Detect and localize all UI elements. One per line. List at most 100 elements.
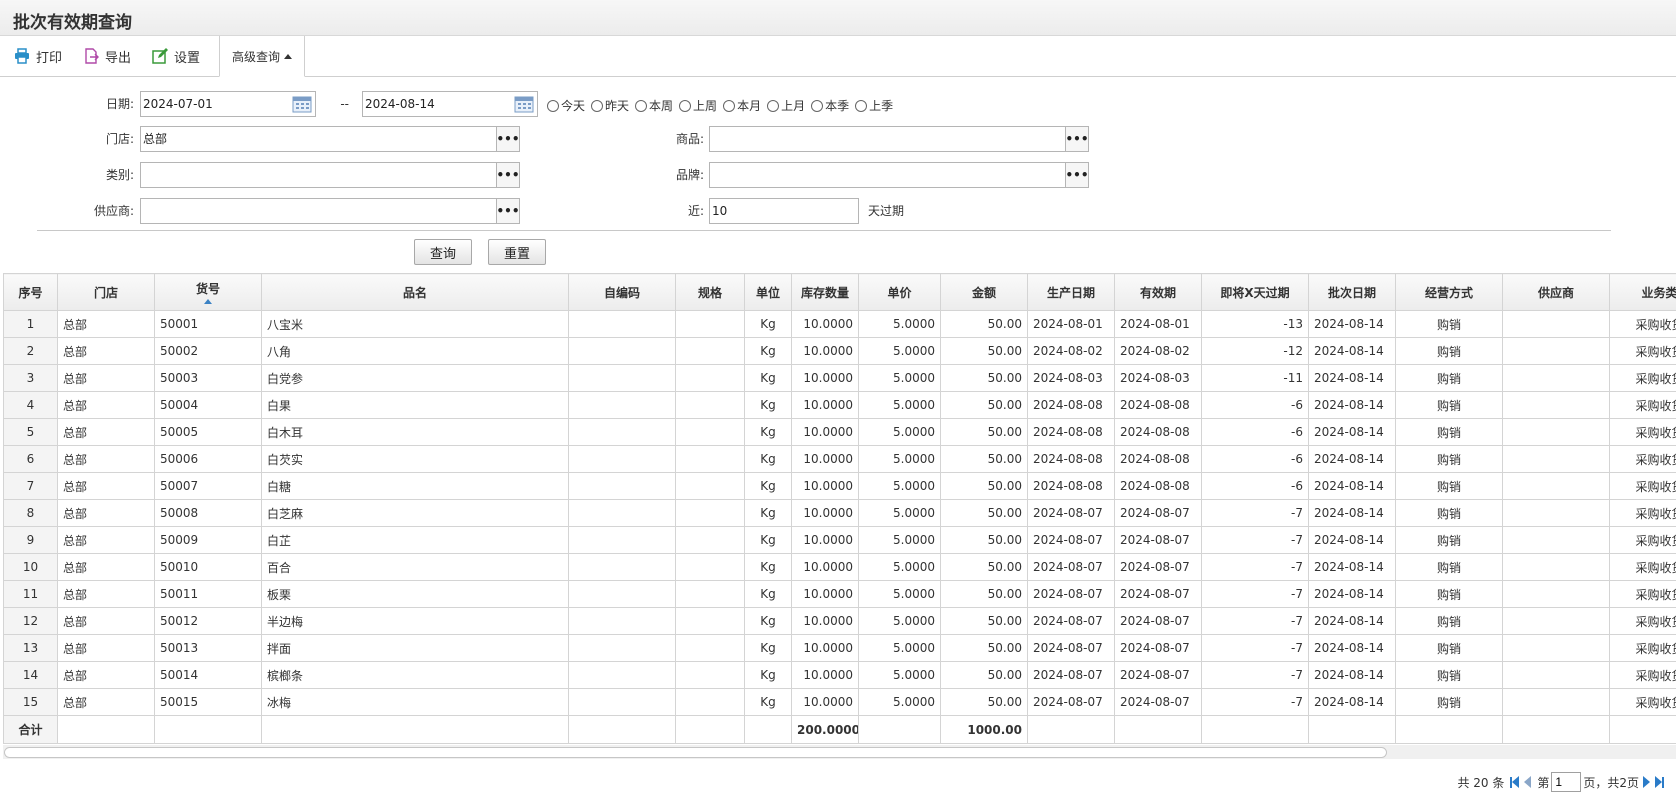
summary-label: 合计 [3,715,58,744]
cell-prod-date: 2024-08-07 [1027,553,1115,581]
radio-circle[interactable] [635,99,648,112]
table-row[interactable]: 14 总部 50014 槟榔条 Kg 10.0000 5.0000 50.00 2024-08-… [3,661,1676,689]
brand-picker-button[interactable]: ••• [1065,162,1089,188]
col-header-biz-type[interactable]: 业务类 [1609,273,1676,311]
cell-prod-date: 2024-08-08 [1027,391,1115,419]
cell-qty: 10.0000 [791,472,859,500]
radio-last-quarter[interactable]: 上季 [855,97,893,114]
radio-circle[interactable] [547,99,559,112]
cell-prod-date: 2024-08-07 [1027,499,1115,527]
radio-circle[interactable] [591,99,604,112]
col-header-price[interactable]: 单价 [858,273,941,311]
cell-code: 50001 [154,310,262,338]
print-button[interactable]: 打印 [14,45,62,67]
advanced-query-tab[interactable]: 高级查询 [219,36,305,77]
col-header-expiry[interactable]: 有效期 [1114,273,1202,311]
radio-circle[interactable] [811,99,824,112]
col-header-amount[interactable]: 金额 [940,273,1028,311]
prev-page-icon[interactable] [1524,776,1532,788]
cell-spec [675,337,745,365]
col-header-mode[interactable]: 经营方式 [1395,273,1503,311]
table-row[interactable]: 11 总部 50011 板栗 Kg 10.0000 5.0000 50.00 2024-08-0… [3,580,1676,608]
calendar-icon[interactable] [292,95,312,113]
cell-index: 7 [3,472,58,500]
col-header-code[interactable]: 货号 [154,273,262,311]
radio-last-week[interactable]: 上周 [679,97,717,114]
table-row[interactable]: 3 总部 50003 白党参 Kg 10.0000 5.0000 50.00 2024-08-0… [3,364,1676,392]
col-header-days-left[interactable]: 即将X天过期 [1201,273,1309,311]
radio-this-week[interactable]: 本周 [635,97,673,114]
cell-code: 50015 [154,688,262,716]
reset-button[interactable]: 重置 [488,239,546,265]
scrollbar-thumb[interactable] [4,747,1387,758]
col-header-prod-date[interactable]: 生产日期 [1027,273,1115,311]
col-header-selfcode[interactable]: 自编码 [568,273,676,311]
table-row[interactable]: 5 总部 50005 白木耳 Kg 10.0000 5.0000 50.00 2024-08-0… [3,418,1676,446]
radio-circle[interactable] [679,99,692,112]
cell-code: 50003 [154,364,262,392]
table-row[interactable]: 12 总部 50012 半边梅 Kg 10.0000 5.0000 50.00 2024-08-… [3,607,1676,635]
table-row[interactable]: 13 总部 50013 拌面 Kg 10.0000 5.0000 50.00 2024-08-0… [3,634,1676,662]
brand-input[interactable] [709,162,1066,188]
col-header-supplier[interactable]: 供应商 [1502,273,1610,311]
date-to-input[interactable]: 2024-08-14 [362,91,538,117]
radio-this-month[interactable]: 本月 [723,97,761,114]
radio-circle[interactable] [855,99,868,112]
table-row[interactable]: 15 总部 50015 冰梅 Kg 10.0000 5.0000 50.00 2024-08-0… [3,688,1676,716]
radio-last-month[interactable]: 上月 [767,97,805,114]
radio-circle[interactable] [723,99,736,112]
category-input[interactable] [140,162,497,188]
supplier-picker-button[interactable]: ••• [496,198,520,224]
supplier-input[interactable] [140,198,497,224]
store-input[interactable]: 总部 [140,126,497,152]
store-picker-button[interactable]: ••• [496,126,520,152]
col-header-name[interactable]: 品名 [261,273,569,311]
radio-yesterday[interactable]: 昨天 [591,97,629,114]
cell-spec [675,364,745,392]
table-row[interactable]: 1 总部 50001 八宝米 Kg 10.0000 5.0000 50.00 2024-08-0… [3,310,1676,338]
horizontal-scrollbar[interactable] [3,745,1676,759]
query-button[interactable]: 查询 [414,239,472,265]
radio-this-quarter[interactable]: 本季 [811,97,849,114]
cell-expiry: 2024-08-02 [1114,337,1202,365]
product-input[interactable] [709,126,1066,152]
first-page-icon[interactable] [1510,776,1520,788]
settings-button[interactable]: 设置 [152,45,200,67]
col-header-unit[interactable]: 单位 [744,273,792,311]
col-header-batch-date[interactable]: 批次日期 [1308,273,1396,311]
radio-today[interactable]: 今天 [547,97,585,114]
category-picker-button[interactable]: ••• [496,162,520,188]
table-row[interactable]: 7 总部 50007 白糖 Kg 10.0000 5.0000 50.00 2024-08-08… [3,472,1676,500]
col-header-store[interactable]: 门店 [57,273,155,311]
page-number-input[interactable] [1551,772,1582,792]
cell-qty: 10.0000 [791,418,859,446]
table-row[interactable]: 8 总部 50008 白芝麻 Kg 10.0000 5.0000 50.00 2024-08-0… [3,499,1676,527]
export-button[interactable]: 导出 [83,45,131,67]
cell-mode: 购销 [1395,634,1503,662]
cell-store: 总部 [57,607,155,635]
sort-asc-icon [204,299,212,304]
cell-store: 总部 [57,634,155,662]
product-picker-button[interactable]: ••• [1065,126,1089,152]
table-row[interactable]: 10 总部 50010 百合 Kg 10.0000 5.0000 50.00 2024-08-0… [3,553,1676,581]
table-row[interactable]: 2 总部 50002 八角 Kg 10.0000 5.0000 50.00 2024-08-02… [3,337,1676,365]
table-row[interactable]: 6 总部 50006 白芡实 Kg 10.0000 5.0000 50.00 2024-08-0… [3,445,1676,473]
table-row[interactable]: 4 总部 50004 白果 Kg 10.0000 5.0000 50.00 2024-08-08… [3,391,1676,419]
radio-circle[interactable] [767,99,780,112]
last-page-icon[interactable] [1655,776,1664,788]
col-header-index[interactable]: 序号 [3,273,58,311]
cell-price: 5.0000 [858,472,941,500]
calendar-icon[interactable] [514,95,534,113]
data-grid: 序号 门店 货号 品名 自编码 规格 单位 库存数量 单价 金额 生产日期 有效… [3,273,1676,746]
cell-amount: 50.00 [940,310,1028,338]
store-value: 总部 [143,132,168,146]
next-page-icon[interactable] [1643,776,1650,788]
table-row[interactable]: 9 总部 50009 白芷 Kg 10.0000 5.0000 50.00 2024-08-07… [3,526,1676,554]
date-from-input[interactable]: 2024-07-01 [140,91,316,117]
cell-biz-type: 采购收货 [1609,688,1676,716]
cell-amount: 50.00 [940,418,1028,446]
col-header-spec[interactable]: 规格 [675,273,745,311]
cell-expiry: 2024-08-07 [1114,688,1202,716]
near-days-input[interactable]: 10 [709,198,859,224]
col-header-qty[interactable]: 库存数量 [791,273,859,311]
